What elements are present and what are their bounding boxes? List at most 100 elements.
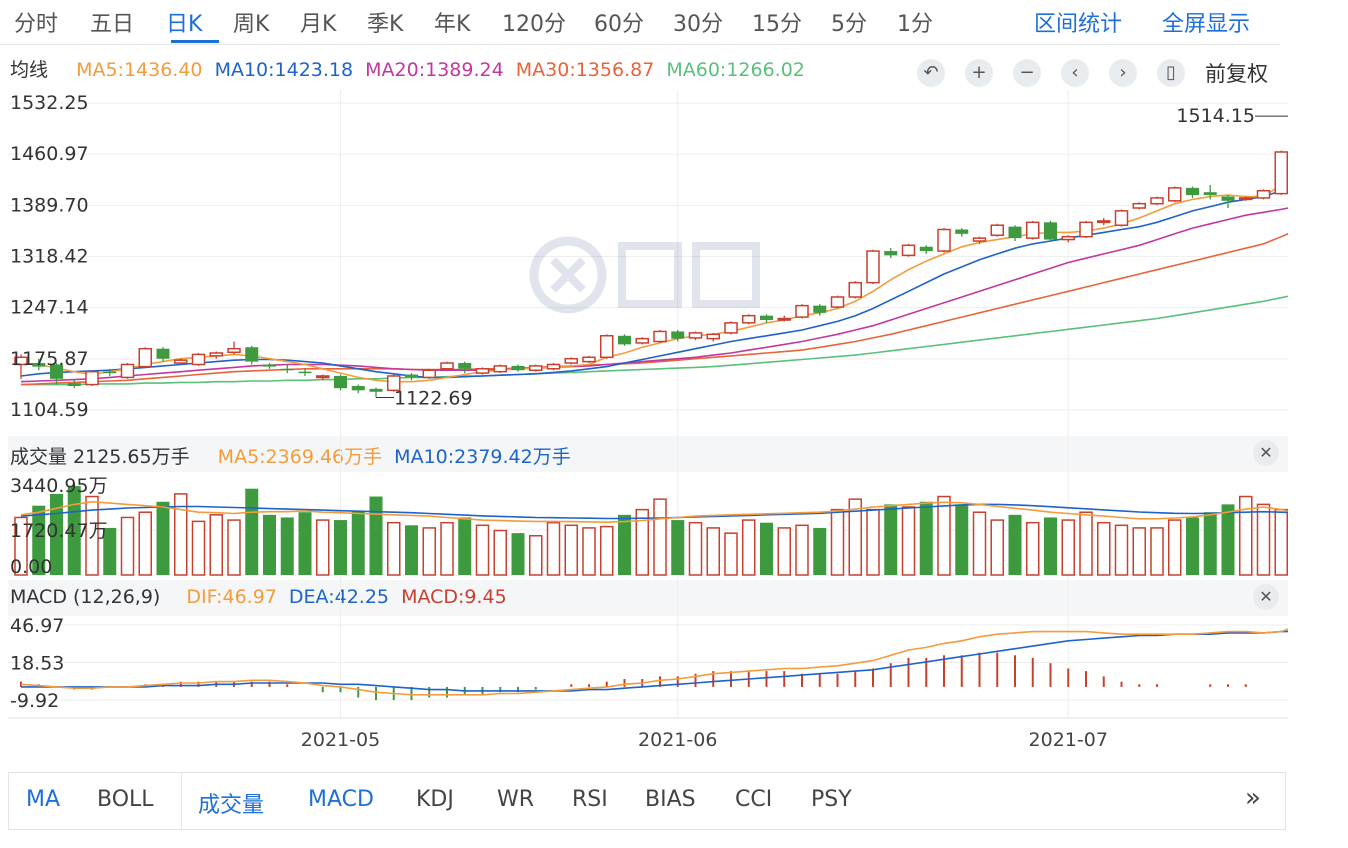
- fullscreen-link[interactable]: 全屏显示: [1162, 6, 1250, 38]
- candle-body-up: [1079, 221, 1093, 238]
- ma-legend: 均线 MA5:1436.40 MA10:1423.18 MA20:1389.24…: [10, 55, 811, 82]
- indicator-macd[interactable]: MACD: [308, 787, 374, 812]
- volume-bar-up: [688, 521, 703, 576]
- min-price-label: 1122.69: [394, 388, 473, 410]
- volume-bar-up: [866, 508, 880, 576]
- candle-body-down: [1221, 196, 1235, 201]
- ma30-value: MA30:1356.87: [515, 59, 655, 81]
- kline-chart[interactable]: 1532.25 1460.97 1389.70 1318.42 1247.14 1175.…: [8, 90, 1288, 755]
- indicator-tabs: MA BOLL 成交量 MACD KDJ WR RSI BIAS CCI PSY…: [8, 772, 1286, 830]
- volume-bar-up: [227, 519, 241, 576]
- tab-15min[interactable]: 15分: [752, 6, 802, 38]
- tab-1min[interactable]: 1分: [897, 6, 933, 38]
- volume-bar-up: [1026, 521, 1040, 576]
- volume-bar-up: [742, 519, 756, 576]
- chevron-right-icon[interactable]: ›: [1109, 59, 1137, 87]
- candle-body-up: [227, 347, 241, 354]
- indicator-volume[interactable]: 成交量: [198, 787, 264, 819]
- tab-quarterly-k[interactable]: 季K: [367, 6, 403, 38]
- candle-body-down: [1203, 192, 1217, 196]
- candle-body-up: [795, 304, 809, 318]
- indicator-rsi[interactable]: RSI: [572, 787, 608, 812]
- volume-bar-down: [1221, 504, 1235, 575]
- indicator-psy[interactable]: PSY: [811, 787, 852, 812]
- zoom-out-icon[interactable]: −: [1013, 59, 1041, 87]
- period-tabs: 分时 五日 日K 周K 月K 季K 年K 120分 60分 30分 15分 5分…: [0, 0, 1280, 45]
- chevron-left-icon[interactable]: ‹: [1061, 59, 1089, 87]
- tab-daily-k[interactable]: 日K: [166, 6, 202, 38]
- candle-body-up: [1256, 190, 1271, 199]
- tab-weekly-k[interactable]: 周K: [233, 6, 269, 38]
- candle-style-icon[interactable]: ▯: [1157, 59, 1185, 87]
- indicator-boll[interactable]: BOLL: [97, 787, 154, 812]
- volume-bar-up: [1168, 519, 1182, 576]
- candle-body-up: [546, 363, 561, 370]
- candle-body-up: [582, 356, 596, 363]
- volume-bar-up: [901, 506, 916, 576]
- adjust-select[interactable]: 前复权: [1205, 58, 1268, 88]
- x-tick-label: 2021-07: [1029, 729, 1108, 751]
- ma10-value: MA10:1423.18: [214, 59, 354, 81]
- tab-5min[interactable]: 5分: [831, 6, 867, 38]
- volume-bar-down: [351, 510, 365, 575]
- volume-bar-up: [777, 527, 791, 576]
- indicator-kdj[interactable]: KDJ: [416, 787, 454, 812]
- candle-body-down: [618, 335, 631, 345]
- tab-30min[interactable]: 30分: [673, 6, 723, 38]
- volume-bar-down: [405, 525, 418, 575]
- ma5-line: [20, 179, 1288, 383]
- macd-bars: [20, 652, 1247, 701]
- volume-bar-up: [582, 527, 596, 576]
- tab-yearly-k[interactable]: 年K: [434, 6, 470, 38]
- x-tick-label: 2021-05: [301, 729, 380, 751]
- candle-body-up: [1132, 202, 1146, 209]
- candle-body-up: [191, 353, 206, 366]
- volume-bar-up: [316, 519, 330, 576]
- volume-bar-up: [546, 521, 561, 576]
- volume-bar-up: [1061, 519, 1075, 576]
- tab-five-day[interactable]: 五日: [90, 6, 134, 38]
- tab-intraday[interactable]: 分时: [14, 6, 58, 38]
- candle-body-up: [440, 362, 454, 370]
- more-indicators-icon[interactable]: »: [1245, 783, 1261, 813]
- candle-body-up: [688, 332, 703, 339]
- indicator-ma[interactable]: MA: [26, 787, 60, 812]
- volume-y-tick-label: 1720.47万: [10, 520, 108, 542]
- volume-y-tick-label: 3440.95万: [10, 475, 108, 497]
- volume-bar-up: [706, 527, 720, 576]
- candle-body-up: [706, 333, 720, 340]
- volume-bar-up: [1114, 524, 1129, 576]
- undo-icon[interactable]: ↶: [917, 59, 945, 87]
- candle-body-up: [901, 244, 916, 257]
- xueqiu-watermark: [529, 236, 760, 314]
- candle-body-up: [564, 357, 578, 364]
- volume-bar-up: [138, 511, 152, 576]
- volume-bar-down: [263, 514, 276, 575]
- macd-y-tick-label: 46.97: [10, 615, 64, 637]
- candle-body-down: [67, 383, 81, 387]
- ma20-value: MA20:1389.24: [365, 59, 504, 81]
- tab-120min[interactable]: 120分: [502, 6, 566, 38]
- candle-body-down: [458, 363, 472, 369]
- volume-bar-up: [564, 524, 578, 576]
- tab-60min[interactable]: 60分: [594, 6, 644, 38]
- tab-monthly-k[interactable]: 月K: [300, 6, 336, 38]
- indicator-bias[interactable]: BIAS: [645, 787, 696, 812]
- candle-body-down: [955, 229, 969, 234]
- candle-body-up: [120, 363, 135, 379]
- volume-bar-down: [458, 517, 472, 575]
- volume-bar-down: [813, 527, 827, 575]
- candle-body-down: [298, 371, 312, 374]
- volume-bar-up: [795, 524, 809, 576]
- candle-body-up: [1026, 221, 1040, 239]
- candle-body-down: [369, 388, 383, 392]
- indicator-cci[interactable]: CCI: [735, 787, 772, 812]
- volume-bar-down: [1186, 517, 1199, 575]
- candle-body-up: [635, 337, 649, 344]
- candle-body-down: [156, 348, 170, 359]
- range-stats-link[interactable]: 区间统计: [1034, 6, 1122, 38]
- indicator-wr[interactable]: WR: [497, 787, 534, 812]
- ma10-line: [20, 186, 1288, 379]
- volume-bar-up: [1274, 508, 1288, 576]
- zoom-in-icon[interactable]: +: [965, 59, 993, 87]
